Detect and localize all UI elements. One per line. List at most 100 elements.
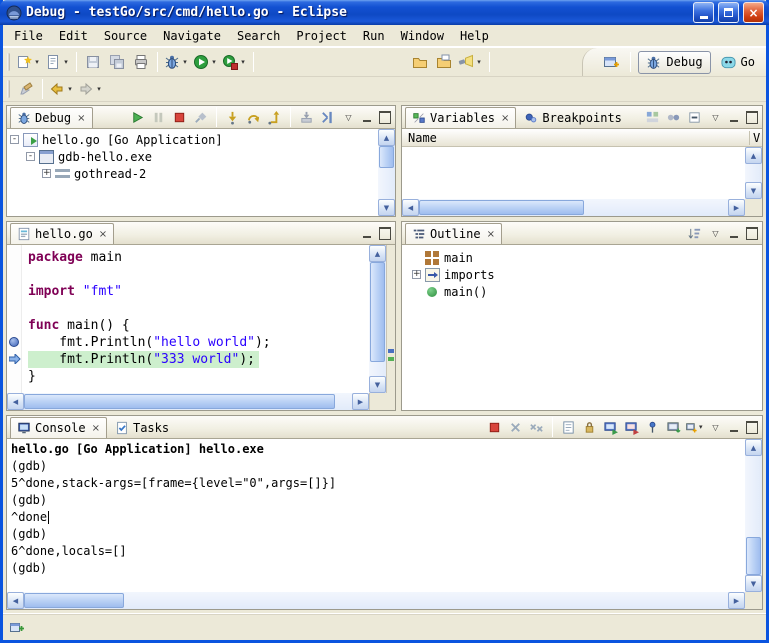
minimize-view-button[interactable] [727, 110, 742, 124]
show-type-names-button[interactable] [643, 108, 662, 126]
view-menu-icon[interactable]: ▽ [706, 108, 725, 126]
window-minimize-button[interactable] [693, 2, 714, 23]
menu-edit[interactable]: Edit [51, 27, 96, 45]
step-over-button[interactable] [244, 108, 263, 126]
suspend-button[interactable] [149, 108, 168, 126]
dropdown-arrow-icon[interactable]: ▾ [95, 85, 103, 93]
scroll-up-icon[interactable]: ▲ [745, 147, 762, 164]
perspective-button-debug[interactable]: Debug [638, 51, 710, 74]
scroll-down-icon[interactable]: ▼ [745, 182, 762, 199]
window-close-button[interactable]: × [743, 2, 764, 23]
dropdown-arrow-icon[interactable]: ▾ [239, 58, 247, 66]
perspective-button-go[interactable]: Go [714, 51, 762, 74]
minimize-view-button[interactable] [727, 226, 742, 240]
window-maximize-button[interactable] [718, 2, 739, 23]
minimize-view-button[interactable] [360, 226, 375, 240]
print-button[interactable] [129, 50, 153, 74]
scroll-down-icon[interactable]: ▼ [369, 376, 386, 393]
scroll-left-icon[interactable]: ◀ [7, 592, 24, 609]
minimize-view-button[interactable] [727, 420, 742, 434]
search-button[interactable]: ▾ [456, 50, 485, 74]
save-all-button[interactable] [105, 50, 129, 74]
menu-source[interactable]: Source [96, 27, 155, 45]
outline-item[interactable]: +imports [412, 266, 762, 283]
menu-navigate[interactable]: Navigate [155, 27, 229, 45]
menu-window[interactable]: Window [393, 27, 452, 45]
dropdown-arrow-icon[interactable]: ▾ [33, 58, 41, 66]
save-button[interactable] [81, 50, 105, 74]
scroll-down-icon[interactable]: ▼ [745, 575, 762, 592]
view-menu-icon[interactable]: ▽ [706, 224, 725, 242]
variables-horizontal-scrollbar[interactable]: ◀ ▶ [402, 199, 745, 216]
annotation-ruler[interactable] [7, 245, 22, 393]
console-vertical-scrollbar[interactable]: ▲ ▼ [745, 439, 762, 592]
tab-console[interactable]: Console × [10, 417, 107, 438]
code-line[interactable] [28, 300, 367, 317]
last-edit-location-button[interactable] [14, 77, 38, 101]
tab-breakpoints[interactable]: Breakpoints [517, 107, 628, 128]
code-line[interactable]: fmt.Println("333 world"); [28, 351, 367, 368]
dropdown-arrow-icon[interactable]: ▾ [66, 85, 74, 93]
debug-tree-item[interactable]: -hello.go [Go Application] [7, 131, 378, 148]
menu-search[interactable]: Search [229, 27, 288, 45]
scroll-up-icon[interactable]: ▲ [745, 439, 762, 456]
resume-button[interactable] [128, 108, 147, 126]
close-tab-icon[interactable]: × [97, 229, 107, 240]
menu-project[interactable]: Project [288, 27, 355, 45]
open-resource-button[interactable] [432, 50, 456, 74]
toolbar-grip[interactable] [7, 53, 10, 71]
instruction-pointer-icon[interactable] [9, 354, 21, 364]
terminate-button[interactable] [170, 108, 189, 126]
menu-file[interactable]: File [6, 27, 51, 45]
step-return-button[interactable] [265, 108, 284, 126]
close-view-icon[interactable]: × [485, 229, 495, 240]
scroll-down-icon[interactable]: ▼ [378, 199, 395, 216]
use-step-filters-button[interactable] [318, 108, 337, 126]
scrollbar-thumb[interactable] [24, 593, 124, 608]
outline-tree[interactable]: main+importsmain() [402, 245, 762, 300]
maximize-view-button[interactable] [744, 226, 759, 240]
disconnect-button[interactable] [191, 108, 210, 126]
tree-expander-icon[interactable]: - [26, 152, 35, 161]
column-value[interactable]: V [749, 131, 762, 145]
step-into-button[interactable] [223, 108, 242, 126]
scroll-right-icon[interactable]: ▶ [728, 592, 745, 609]
scroll-up-icon[interactable]: ▲ [369, 245, 386, 262]
tab-debug[interactable]: Debug × [10, 107, 93, 128]
variables-column-header[interactable]: Name V [402, 129, 762, 147]
dropdown-arrow-icon[interactable]: ▾ [475, 58, 483, 66]
show-logical-structures-button[interactable] [664, 108, 683, 126]
new-wizard-button[interactable]: ▾ [14, 50, 43, 74]
tab-variables[interactable]: Variables × [405, 107, 516, 128]
view-menu-icon[interactable]: ▽ [339, 108, 358, 126]
open-perspective-button[interactable] [599, 50, 623, 74]
code-line[interactable]: func main() { [28, 317, 367, 334]
forward-button[interactable]: ▾ [76, 77, 105, 101]
debug-vertical-scrollbar[interactable]: ▲ ▼ [378, 129, 395, 216]
run-button[interactable]: ▾ [191, 50, 220, 74]
scroll-left-icon[interactable]: ◀ [7, 393, 24, 410]
scroll-up-icon[interactable]: ▲ [378, 129, 395, 146]
debug-tree-item[interactable]: +gothread-2 [7, 165, 378, 182]
minimize-view-button[interactable] [360, 110, 375, 124]
dropdown-arrow-icon[interactable]: ▾ [697, 423, 704, 431]
variables-vertical-scrollbar[interactable]: ▲ ▼ [745, 147, 762, 199]
open-folder-button[interactable] [408, 50, 432, 74]
maximize-view-button[interactable] [377, 110, 392, 124]
fast-view-icon[interactable] [9, 619, 25, 635]
remove-all-launches-button[interactable] [527, 418, 546, 436]
scroll-right-icon[interactable]: ▶ [352, 393, 369, 410]
show-stderr-button[interactable] [622, 418, 641, 436]
collapse-all-button[interactable] [685, 108, 704, 126]
variables-table[interactable] [402, 147, 745, 199]
debug-tree-item[interactable]: -gdb-hello.exe [7, 148, 378, 165]
scrollbar-thumb[interactable] [419, 200, 584, 215]
tab-outline[interactable]: Outline × [405, 223, 502, 244]
scroll-right-icon[interactable]: ▶ [728, 199, 745, 216]
scroll-left-icon[interactable]: ◀ [402, 199, 419, 216]
tab-tasks[interactable]: Tasks [108, 417, 176, 438]
dropdown-arrow-icon[interactable]: ▾ [181, 58, 189, 66]
close-view-icon[interactable]: × [75, 113, 85, 124]
code-line[interactable]: fmt.Println("hello world"); [28, 334, 367, 351]
code-area[interactable]: package mainimport "fmt"func main() { fm… [22, 245, 369, 393]
